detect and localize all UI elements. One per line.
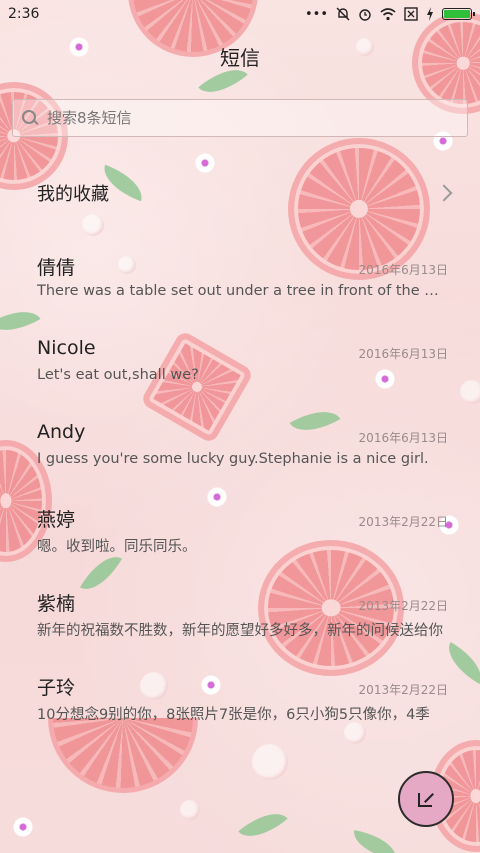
chevron-right-icon bbox=[435, 184, 453, 202]
contact-name: 子玲 bbox=[37, 677, 76, 699]
message-preview: 10分想念9别的你，8张照片7张是你，6只小狗5只像你，4季 bbox=[37, 707, 430, 723]
conversation-item[interactable]: 燕婷 2013年2月22日 嗯。收到啦。同乐同乐。 bbox=[0, 500, 480, 584]
leaf-decoration bbox=[238, 801, 288, 849]
conversation-item[interactable]: 倩倩 2016年6月13日 There was a table set out … bbox=[0, 248, 480, 332]
conversation-item[interactable]: Nicole 2016年6月13日 Let's eat out,shall we… bbox=[0, 332, 480, 416]
contact-name: Nicole bbox=[37, 337, 96, 359]
flower-decoration bbox=[10, 814, 36, 840]
status-icons: ••• bbox=[304, 6, 475, 22]
message-preview: Let's eat out,shall we? bbox=[37, 367, 199, 383]
mute-icon bbox=[336, 7, 350, 21]
message-preview: I guess you're some lucky guy.Stephanie … bbox=[37, 451, 429, 467]
search-input[interactable] bbox=[45, 108, 449, 128]
message-date: 2013年2月22日 bbox=[358, 683, 448, 697]
message-date: 2016年6月13日 bbox=[358, 263, 448, 277]
contact-name: 紫楠 bbox=[37, 593, 76, 615]
contact-name: 燕婷 bbox=[37, 509, 76, 531]
contact-name: Andy bbox=[37, 421, 86, 443]
alarm-icon bbox=[359, 9, 371, 21]
wifi-icon bbox=[380, 8, 396, 21]
sim-icon bbox=[404, 7, 418, 21]
page-title: 短信 bbox=[220, 46, 260, 70]
message-date: 2016年6月13日 bbox=[358, 431, 448, 445]
message-date: 2016年6月13日 bbox=[358, 347, 448, 361]
message-date: 2013年2月22日 bbox=[358, 599, 448, 613]
favorites-row[interactable]: 我的收藏 bbox=[0, 170, 480, 216]
water-drop-decoration bbox=[82, 214, 104, 236]
conversation-list: 倩倩 2016年6月13日 There was a table set out … bbox=[0, 248, 480, 752]
water-drop-decoration bbox=[180, 800, 200, 820]
battery-icon bbox=[442, 8, 475, 20]
message-preview: There was a table set out under a tree i… bbox=[37, 283, 443, 299]
conversation-item[interactable]: Andy 2016年6月13日 I guess you're some luck… bbox=[0, 416, 480, 500]
status-bar: 2:36 ••• bbox=[0, 0, 480, 28]
message-preview: 嗯。收到啦。同乐同乐。 bbox=[37, 539, 197, 555]
compose-icon bbox=[418, 791, 434, 807]
search-bar[interactable] bbox=[12, 99, 468, 137]
charging-icon bbox=[427, 7, 433, 21]
more-icon: ••• bbox=[304, 6, 328, 22]
compose-button[interactable] bbox=[398, 771, 454, 827]
contact-name: 倩倩 bbox=[37, 257, 76, 279]
favorites-label: 我的收藏 bbox=[37, 184, 109, 205]
conversation-item[interactable]: 紫楠 2013年2月22日 新年的祝福数不胜数，新年的愿望好多好多，新年的问候送… bbox=[0, 584, 480, 668]
message-date: 2013年2月22日 bbox=[358, 515, 448, 529]
conversation-item[interactable]: 子玲 2013年2月22日 10分想念9别的你，8张照片7张是你，6只小狗5只像… bbox=[0, 668, 480, 752]
search-icon bbox=[19, 107, 41, 129]
status-time: 2:36 bbox=[8, 6, 40, 22]
leaf-decoration bbox=[350, 830, 400, 853]
message-preview: 新年的祝福数不胜数，新年的愿望好多好多，新年的问候送给你 bbox=[37, 623, 443, 639]
